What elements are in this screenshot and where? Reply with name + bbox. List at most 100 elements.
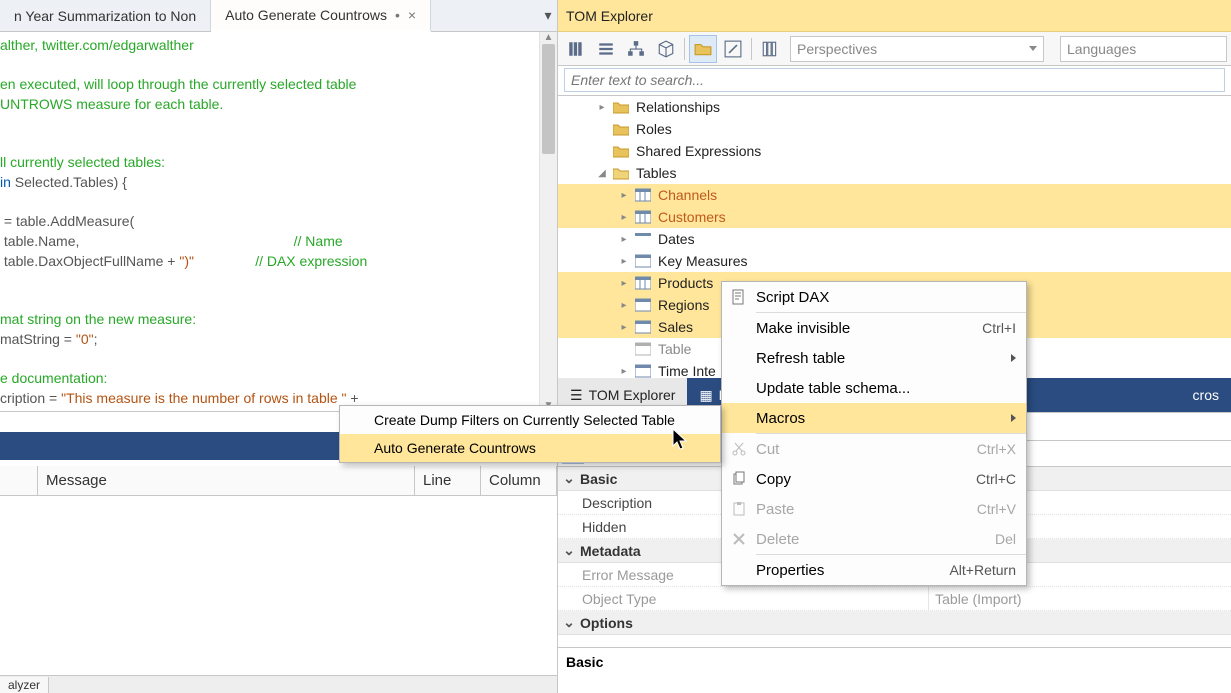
code-editor[interactable]: alther, twitter.com/edgarwalther en exec… xyxy=(0,32,557,412)
expand-icon[interactable]: ▸ xyxy=(618,321,630,333)
table-icon xyxy=(634,209,652,225)
chevron-down-icon: ⌄ xyxy=(562,614,576,631)
menu-shortcut: Ctrl+V xyxy=(977,501,1016,517)
table-icon xyxy=(634,253,652,269)
expand-icon[interactable]: ▸ xyxy=(618,277,630,289)
col-icon[interactable] xyxy=(0,466,38,495)
submenu-auto-generate-countrows[interactable]: Auto Generate Countrows xyxy=(340,434,720,462)
languages-combo[interactable]: Languages xyxy=(1060,36,1227,62)
table-icon xyxy=(634,275,652,291)
cube-button[interactable] xyxy=(652,35,680,63)
menu-label: Copy xyxy=(756,471,976,488)
tree-node-dates[interactable]: ▸ Dates xyxy=(558,228,1231,250)
code-text: alther, twitter.com/edgarwalther en exec… xyxy=(0,32,557,409)
tree-node-channels[interactable]: ▸Channels xyxy=(558,184,1231,206)
paste-icon xyxy=(722,494,756,524)
tab-label: Auto Generate Countrows xyxy=(225,7,387,23)
table-icon xyxy=(634,319,652,335)
copy-icon xyxy=(722,464,756,494)
table-icon xyxy=(634,363,652,378)
tree-label: Dates xyxy=(658,231,695,247)
col-message[interactable]: Message xyxy=(38,466,415,495)
edit-button[interactable] xyxy=(719,35,747,63)
hierarchy-button[interactable] xyxy=(562,35,590,63)
cat-label: Basic xyxy=(580,471,617,487)
perspectives-combo[interactable]: Perspectives xyxy=(790,36,1044,62)
prop-row-object-type[interactable]: Object TypeTable (Import) xyxy=(558,587,1231,611)
chevron-right-icon xyxy=(1011,354,1016,362)
menu-copy[interactable]: Copy Ctrl+C xyxy=(722,464,1026,494)
table-icon xyxy=(634,231,652,247)
tab-summarization[interactable]: n Year Summarization to Non xyxy=(0,0,211,31)
collapse-icon[interactable]: ◢ xyxy=(596,167,608,179)
menu-shortcut: Del xyxy=(995,531,1016,547)
tree-node-shared-expressions[interactable]: Shared Expressions xyxy=(558,140,1231,162)
tab-auto-generate-countrows[interactable]: Auto Generate Countrows • × xyxy=(211,0,431,32)
tree-node-tables[interactable]: ◢Tables xyxy=(558,162,1231,184)
submenu-create-dump-filters[interactable]: Create Dump Filters on Currently Selecte… xyxy=(340,406,720,434)
prop-cat-options[interactable]: ⌄Options xyxy=(558,611,1231,635)
menu-properties[interactable]: Properties Alt+Return xyxy=(722,555,1026,585)
close-icon[interactable]: × xyxy=(408,7,416,23)
menu-label: Auto Generate Countrows xyxy=(374,440,536,456)
tab-overflow-button[interactable]: ▾ xyxy=(539,0,557,31)
table-icon xyxy=(634,187,652,203)
menu-update-schema[interactable]: Update table schema... xyxy=(722,373,1026,403)
scroll-thumb[interactable] xyxy=(542,44,555,154)
macros-submenu: Create Dump Filters on Currently Selecte… xyxy=(339,405,721,463)
expand-icon[interactable]: ▸ xyxy=(618,211,630,223)
menu-shortcut: Ctrl+C xyxy=(976,471,1016,487)
menu-refresh-table[interactable]: Refresh table xyxy=(722,343,1026,373)
search-input[interactable] xyxy=(564,68,1225,92)
chevron-right-icon xyxy=(1011,414,1016,422)
menu-make-invisible[interactable]: Make invisible Ctrl+I xyxy=(722,313,1026,343)
col-line[interactable]: Line xyxy=(415,466,481,495)
menu-script-dax[interactable]: Script DAX xyxy=(722,282,1026,312)
property-help-title: Basic xyxy=(566,654,1223,670)
tom-toolbar: Perspectives Languages xyxy=(558,32,1231,66)
tree-label: Regions xyxy=(658,297,709,313)
prop-value: Table (Import) xyxy=(928,587,1231,610)
menu-label: Delete xyxy=(756,531,995,548)
editor-scrollbar[interactable]: ▲ ▼ xyxy=(539,32,557,411)
list-button[interactable] xyxy=(592,35,620,63)
status-tab-analyzer[interactable]: alyzer xyxy=(0,677,49,693)
context-menu: Script DAX Make invisible Ctrl+I Refresh… xyxy=(721,281,1027,586)
status-tabs: alyzer xyxy=(0,675,557,693)
cat-label: Metadata xyxy=(580,543,641,559)
folder-toggle-button[interactable] xyxy=(689,35,717,63)
tree-button[interactable] xyxy=(622,35,650,63)
columns-button[interactable] xyxy=(756,35,784,63)
tab-label: cros xyxy=(1193,387,1219,403)
menu-delete: Delete Del xyxy=(722,524,1026,554)
tree-node-customers[interactable]: ▸Customers xyxy=(558,206,1231,228)
scroll-up-icon[interactable]: ▲ xyxy=(540,32,557,43)
toolbar-separator xyxy=(751,38,752,60)
menu-paste: Paste Ctrl+V xyxy=(722,494,1026,524)
delete-icon xyxy=(722,524,756,554)
pane-title-label: TOM Explorer xyxy=(566,8,653,24)
tree-node-roles[interactable]: Roles xyxy=(558,118,1231,140)
folder-open-icon xyxy=(612,165,630,181)
table-icon xyxy=(634,297,652,313)
tree-label: Key Measures xyxy=(658,253,747,269)
pane-title: TOM Explorer xyxy=(558,0,1231,32)
menu-macros[interactable]: Macros xyxy=(722,403,1026,433)
messages-grid: Message Line Column xyxy=(0,466,557,675)
chevron-down-icon: ⌄ xyxy=(562,470,576,487)
tree-node-key-measures[interactable]: ▸ Key Measures xyxy=(558,250,1231,272)
tree-node-relationships[interactable]: ▸Relationships xyxy=(558,96,1231,118)
tree-label: Shared Expressions xyxy=(636,143,761,159)
expand-icon[interactable]: ▸ xyxy=(618,189,630,201)
expand-icon[interactable]: ▸ xyxy=(596,101,608,113)
expand-icon[interactable]: ▸ xyxy=(618,255,630,267)
col-column[interactable]: Column xyxy=(481,466,557,495)
expand-icon[interactable]: ▸ xyxy=(618,365,630,377)
tree-label: Roles xyxy=(636,121,672,137)
menu-label: Properties xyxy=(756,562,949,579)
expand-icon[interactable]: ▸ xyxy=(618,299,630,311)
expand-icon[interactable]: ▸ xyxy=(618,233,630,245)
cut-icon xyxy=(722,434,756,464)
tab-macros[interactable]: cros xyxy=(1181,378,1231,412)
tree-label: Sales xyxy=(658,319,693,335)
